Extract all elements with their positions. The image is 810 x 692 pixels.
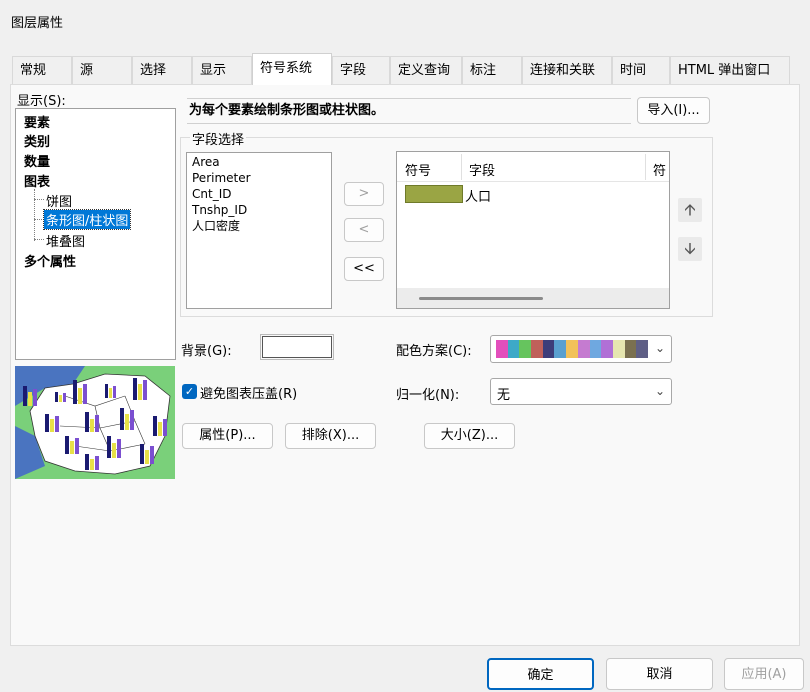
move-down-icon[interactable]: 🡫 [678,237,702,261]
apply-button[interactable]: 应用(A) [724,658,804,690]
color-ramp-swatch [624,340,637,358]
color-ramp-swatch [601,340,614,358]
tab-symbology[interactable]: 符号系统 [252,53,332,85]
symbol-swatch[interactable] [405,185,463,203]
color-ramp-swatch [554,340,567,358]
background-label: 背景(G): [181,344,232,359]
tree-item-charts[interactable]: 图表 [24,171,50,190]
selected-field-name[interactable]: 人口 [465,186,491,205]
tree-line [34,199,44,200]
avoid-overlap-label: 避免图表压盖(R) [200,387,298,402]
column-divider [645,154,646,180]
tab-label: 显示 [200,63,227,78]
tab-labels[interactable]: 标注 [462,56,522,84]
normalization-select[interactable]: 无 ⌄ [490,378,672,405]
tree-item-quantities[interactable]: 数量 [24,151,50,170]
column-divider [461,154,462,180]
tree-item-pie[interactable]: 饼图 [46,191,72,210]
tree-line [34,219,44,220]
tab-selection[interactable]: 选择 [132,56,192,84]
tab-label: 选择 [140,63,167,78]
preview-map [15,366,175,479]
tab-label: 字段 [340,63,367,78]
tree-line [34,239,44,240]
move-up-icon[interactable]: 🡩 [678,198,702,222]
tree-item-bar-column[interactable]: 条形图/柱状图 [42,209,132,230]
color-ramp-swatch [542,340,555,358]
available-fields-list[interactable]: Area Perimeter Cnt_ID Tnshp_ID 人口密度 [186,152,332,309]
color-ramp-swatch [577,340,591,358]
ok-button[interactable]: 确定 [487,658,594,690]
tab-label: 定义查询 [398,63,451,78]
normalization-label: 归一化(N): [396,388,460,403]
tab-html-popup[interactable]: HTML 弹出窗口 [670,56,790,84]
tab-label: HTML 弹出窗口 [678,63,771,78]
column-header-field[interactable]: 字段 [469,160,495,179]
color-ramp-swatch [507,340,520,358]
column-header-symbol[interactable]: 符号 [405,160,431,179]
tab-label: 源 [80,63,94,78]
normalization-value: 无 [497,388,511,403]
field-item[interactable]: Area [192,155,220,170]
show-tree[interactable]: 要素 类别 数量 图表 饼图 条形图/柱状图 堆叠图 多个属性 [15,108,176,360]
color-ramp-swatch [636,340,649,358]
color-ramp-swatch [496,340,509,358]
tab-fields[interactable]: 字段 [332,56,390,84]
field-item[interactable]: 人口密度 [192,219,240,234]
selected-fields-table[interactable]: 符号 字段 符 人口 [396,151,670,309]
color-ramp-swatch [589,340,602,358]
window-title: 图层属性 [11,16,64,31]
cancel-button[interactable]: 取消 [606,658,713,690]
exclude-button[interactable]: 排除(X)... [285,423,376,449]
tab-label: 连接和关联 [530,63,596,78]
move-left-button[interactable]: < [344,218,384,242]
tree-item-stacked[interactable]: 堆叠图 [46,231,85,250]
tab-label: 标注 [470,63,497,78]
color-ramp-swatch [531,340,544,358]
tab-display[interactable]: 显示 [192,56,252,84]
color-scheme-select[interactable]: ⌄ [490,335,672,363]
chevron-down-icon: ⌄ [654,384,665,398]
tree-item-features[interactable]: 要素 [24,112,50,131]
import-button[interactable]: 导入(I)... [637,97,710,124]
field-item[interactable]: Tnshp_ID [192,203,247,218]
size-button[interactable]: 大小(Z)... [424,423,515,449]
tab-joins-relates[interactable]: 连接和关联 [522,56,612,84]
tab-label: 时间 [620,63,647,78]
color-ramp-swatch [519,340,532,358]
field-selection-label: 字段选择 [190,129,247,148]
preview-map-image [15,366,175,479]
chevron-down-icon: ⌄ [654,341,665,355]
tab-strip: 常规 源 选择 显示 符号系统 字段 定义查询 标注 连接和关联 时间 HTML… [12,53,790,85]
show-label: 显示(S): [17,94,66,109]
field-item[interactable]: Cnt_ID [192,187,231,202]
field-item[interactable]: Perimeter [192,171,251,186]
tab-definition-query[interactable]: 定义查询 [390,56,462,84]
scrollbar-thumb[interactable] [419,297,543,300]
table-header [397,152,669,182]
tab-label: 常规 [20,63,47,78]
properties-button[interactable]: 属性(P)... [182,423,273,449]
tab-general[interactable]: 常规 [12,56,72,84]
color-ramp-swatch [612,340,626,358]
tab-label: 符号系统 [260,61,313,76]
tree-item-multiple-attributes[interactable]: 多个属性 [24,251,76,270]
column-header-extra[interactable]: 符 [653,160,666,179]
background-color-swatch[interactable] [260,334,334,360]
tab-time[interactable]: 时间 [612,56,670,84]
description-text: 为每个要素绘制条形图或柱状图。 [187,98,631,124]
color-ramp-swatch [566,340,579,358]
tree-line [34,189,35,241]
tree-item-categories[interactable]: 类别 [24,131,50,150]
color-ramp [496,340,649,358]
avoid-overlap-checkbox[interactable]: ✓ [182,384,197,399]
move-right-button[interactable]: > [344,182,384,206]
move-all-left-button[interactable]: << [344,257,384,281]
color-scheme-label: 配色方案(C): [396,344,472,359]
tab-source[interactable]: 源 [72,56,132,84]
